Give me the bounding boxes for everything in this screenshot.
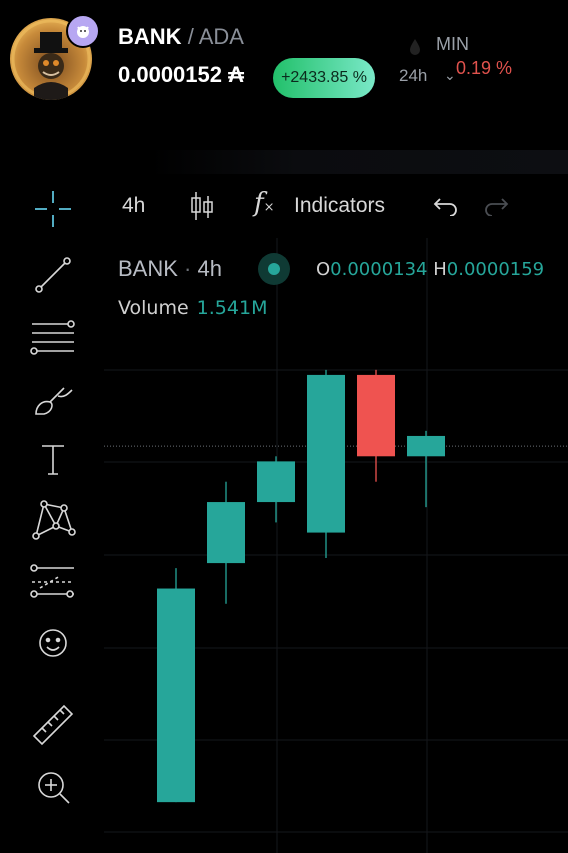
legend-symbol: BANK [118, 256, 178, 281]
volume-value: 1.541M [196, 297, 268, 319]
live-status-icon [258, 253, 290, 285]
price-value: 0.0000152 [118, 62, 222, 87]
chart-legend-title: BANK · 4h [118, 256, 222, 281]
open-value: 0.0000134 [330, 259, 428, 280]
current-price: 0.0000152 ₳ [118, 62, 244, 88]
pattern-icon[interactable] [30, 496, 76, 542]
redo-icon[interactable] [482, 196, 510, 216]
zoom-in-icon[interactable] [30, 764, 76, 810]
drop-icon [410, 39, 420, 55]
pair-separator: / [187, 24, 194, 49]
undo-icon[interactable] [432, 196, 460, 216]
min-label: MIN [436, 34, 469, 54]
legend-timeframe: 4h [197, 256, 222, 281]
crosshair-icon[interactable] [30, 186, 76, 232]
open-label: O [316, 259, 331, 280]
candle-body [307, 374, 345, 533]
min-value: 0.19 % [456, 58, 513, 78]
price-chart[interactable] [0, 0, 568, 853]
high-value: 0.0000159 [446, 259, 545, 280]
verified-badge-icon [66, 14, 100, 48]
ruler-icon[interactable] [30, 702, 76, 748]
pair-symbol: BANK [118, 24, 182, 49]
price-change-badge: +2433.85 % [273, 58, 375, 98]
indicators-button[interactable]: Indicators [294, 194, 385, 218]
fib-retracement-icon[interactable] [30, 314, 76, 360]
high-label: H [433, 259, 447, 280]
volume-legend: Volume 1.541M [118, 297, 267, 319]
ohlc-values: O0.0000134 H0.0000159 [316, 259, 544, 280]
ada-currency-icon: ₳ [228, 62, 245, 87]
function-icon[interactable]: f× [254, 188, 275, 218]
trendline-icon[interactable] [30, 252, 76, 298]
candle-body [157, 588, 195, 803]
pair-title: BANK / ADA [118, 24, 244, 50]
candle-body [207, 502, 245, 564]
emoji-icon[interactable] [30, 620, 76, 666]
text-icon[interactable] [30, 436, 76, 482]
header-divider [150, 150, 568, 174]
timeframe-button[interactable]: 4h [122, 194, 145, 218]
candles [157, 369, 445, 803]
pair-quote: ADA [198, 24, 244, 49]
brush-icon[interactable] [30, 378, 76, 424]
candle-body [257, 461, 295, 503]
candlestick-icon[interactable] [188, 190, 216, 222]
candle-body [357, 374, 395, 457]
prediction-icon[interactable] [30, 558, 76, 604]
chevron-down-icon[interactable]: ⌄ [444, 68, 456, 84]
volume-label: Volume [118, 297, 189, 319]
period-selector[interactable]: 24h [399, 66, 427, 86]
candle-body [407, 435, 445, 457]
